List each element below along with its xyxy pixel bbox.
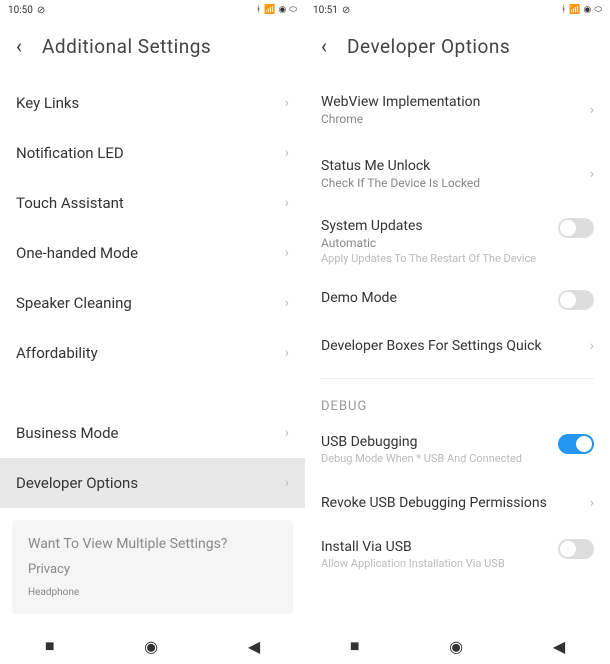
- battery-icon: ⬭: [289, 5, 297, 15]
- wifi-icon: ◉: [278, 5, 286, 15]
- battery-icon: ⬭: [594, 5, 602, 15]
- item-label: Developer Boxes For Settings Quick: [321, 338, 590, 354]
- divider: [321, 378, 594, 379]
- item-install-via-usb: Install Via USB Allow Application Instal…: [305, 527, 610, 583]
- dnd-icon: ⊘: [342, 5, 350, 16]
- nav-home-icon[interactable]: ◉: [144, 637, 158, 656]
- chevron-right-icon: ›: [590, 338, 594, 354]
- toggle-install-via-usb[interactable]: [558, 539, 594, 559]
- chevron-right-icon: ›: [285, 425, 289, 441]
- screen-developer-options: 10:51 ⊘ ᚼ 📶 ◉ ⬭ ‹ Developer Options WebV…: [305, 0, 610, 664]
- item-speaker-cleaning[interactable]: Speaker Cleaning ›: [0, 278, 305, 328]
- item-sub: Chrome: [321, 112, 590, 126]
- status-bar: 10:50 ⊘ ᚼ 📶 ◉ ⬭: [0, 0, 305, 20]
- back-icon[interactable]: ‹: [16, 34, 22, 58]
- nav-bar: ■ ◉ ◀: [305, 628, 610, 664]
- wifi-icon: ◉: [583, 5, 591, 15]
- item-touch-assistant[interactable]: Touch Assistant ›: [0, 178, 305, 228]
- chevron-right-icon: ›: [590, 166, 594, 182]
- bluetooth-icon: ᚼ: [561, 5, 566, 15]
- item-desc: Allow Application Installation Via USB: [321, 557, 558, 571]
- item-affordability[interactable]: Affordability ›: [0, 328, 305, 378]
- nav-recent-icon[interactable]: ■: [350, 636, 360, 656]
- item-label: Revoke USB Debugging Permissions: [321, 495, 590, 511]
- item-developer-boxes[interactable]: Developer Boxes For Settings Quick ›: [305, 322, 610, 370]
- item-sub: Automatic: [321, 236, 558, 250]
- page-title: Developer Options: [347, 35, 510, 58]
- chevron-right-icon: ›: [285, 195, 289, 211]
- item-label: USB Debugging: [321, 434, 558, 450]
- item-notification-led[interactable]: Notification LED ›: [0, 128, 305, 178]
- status-bar: 10:51 ⊘ ᚼ 📶 ◉ ⬭: [305, 0, 610, 20]
- toggle-usb-debugging[interactable]: [558, 434, 594, 454]
- chevron-right-icon: ›: [285, 145, 289, 161]
- item-demo-mode: Demo Mode: [305, 278, 610, 322]
- status-time: 10:50: [8, 5, 33, 16]
- item-label: Speaker Cleaning: [16, 294, 132, 312]
- info-card: Want To View Multiple Settings? Privacy …: [12, 520, 293, 614]
- chevron-right-icon: ›: [285, 345, 289, 361]
- bluetooth-icon: ᚼ: [256, 5, 261, 15]
- item-label: One-handed Mode: [16, 244, 138, 262]
- screen-additional-settings: 10:50 ⊘ ᚼ 📶 ◉ ⬭ ‹ Additional Settings Ke…: [0, 0, 305, 664]
- item-label: Status Me Unlock: [321, 158, 590, 174]
- item-label: System Updates: [321, 218, 558, 234]
- item-system-updates: System Updates Automatic Apply Updates T…: [305, 206, 610, 278]
- chevron-right-icon: ›: [285, 475, 289, 491]
- nav-back-icon[interactable]: ◀: [248, 637, 260, 656]
- nav-home-icon[interactable]: ◉: [449, 637, 463, 656]
- item-usb-debugging: USB Debugging Debug Mode When * USB And …: [305, 422, 610, 478]
- chevron-right-icon: ›: [285, 95, 289, 111]
- nav-back-icon[interactable]: ◀: [553, 637, 565, 656]
- info-line: Want To View Multiple Settings?: [28, 536, 277, 552]
- back-icon[interactable]: ‹: [321, 34, 327, 58]
- chevron-right-icon: ›: [590, 102, 594, 118]
- chevron-right-icon: ›: [285, 295, 289, 311]
- nav-bar: ■ ◉ ◀: [0, 628, 305, 664]
- header: ‹ Developer Options: [305, 20, 610, 78]
- item-label: Demo Mode: [321, 290, 558, 306]
- info-headphone[interactable]: Headphone: [28, 587, 277, 598]
- item-label: Touch Assistant: [16, 194, 124, 212]
- item-key-links[interactable]: Key Links ›: [0, 78, 305, 128]
- item-label: Developer Options: [16, 474, 138, 492]
- toggle-demo-mode[interactable]: [558, 290, 594, 310]
- header: ‹ Additional Settings: [0, 20, 305, 78]
- item-developer-options[interactable]: Developer Options ›: [0, 458, 305, 508]
- page-title: Additional Settings: [42, 35, 211, 58]
- status-time: 10:51: [313, 5, 338, 16]
- chevron-right-icon: ›: [590, 495, 594, 511]
- info-privacy[interactable]: Privacy: [28, 562, 277, 577]
- item-status-me-unlock[interactable]: Status Me Unlock Check If The Device Is …: [305, 142, 610, 206]
- toggle-system-updates[interactable]: [558, 218, 594, 238]
- nav-recent-icon[interactable]: ■: [45, 636, 55, 656]
- item-label: Affordability: [16, 344, 98, 362]
- item-label: Install Via USB: [321, 539, 558, 555]
- item-label: WebView Implementation: [321, 94, 590, 110]
- chevron-right-icon: ›: [285, 245, 289, 261]
- item-desc: Debug Mode When * USB And Connected: [321, 452, 558, 466]
- item-label: Key Links: [16, 94, 79, 112]
- signal-icon: 📶: [264, 5, 275, 15]
- item-revoke-usb-permissions[interactable]: Revoke USB Debugging Permissions ›: [305, 479, 610, 527]
- item-label: Notification LED: [16, 144, 124, 162]
- item-webview-implementation[interactable]: WebView Implementation Chrome ›: [305, 78, 610, 142]
- section-debug: DEBUG: [305, 387, 610, 422]
- signal-icon: 📶: [569, 5, 580, 15]
- item-one-handed-mode[interactable]: One-handed Mode ›: [0, 228, 305, 278]
- item-business-mode[interactable]: Business Mode ›: [0, 408, 305, 458]
- item-desc: Apply Updates To The Restart Of The Devi…: [321, 252, 558, 266]
- dnd-icon: ⊘: [37, 5, 45, 16]
- item-label: Business Mode: [16, 424, 119, 442]
- item-sub: Check If The Device Is Locked: [321, 176, 590, 190]
